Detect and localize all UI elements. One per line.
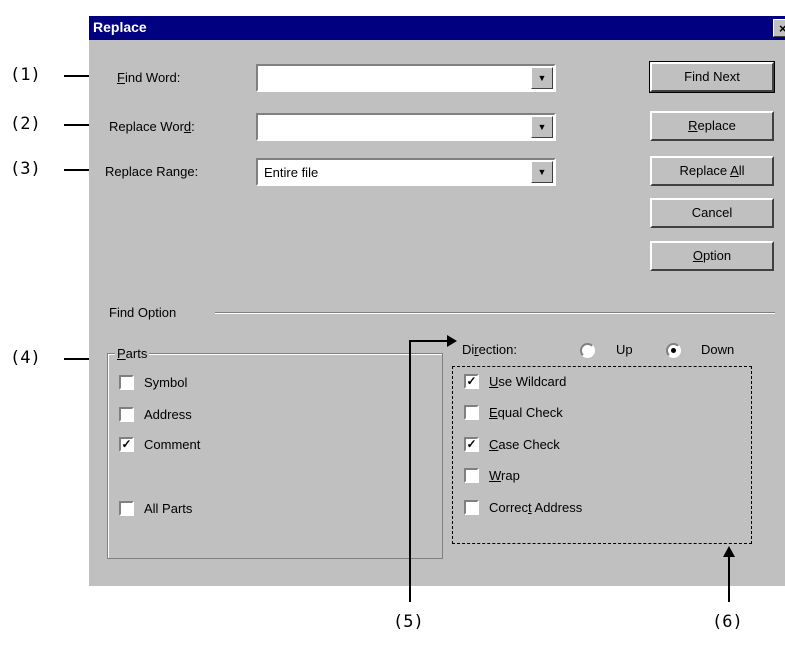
comment-label: Comment	[144, 437, 201, 452]
arrow-5-vertical	[409, 340, 411, 602]
arrowhead-5	[447, 335, 457, 347]
find-word-combo[interactable]: ▼	[256, 64, 556, 92]
callout-5: (5)	[393, 612, 424, 632]
replace-word-dropdown-button[interactable]: ▼	[531, 116, 553, 138]
all-parts-checkbox[interactable]	[119, 501, 134, 516]
replace-hotkey: R	[688, 118, 698, 133]
replace-word-combo[interactable]: ▼	[256, 113, 556, 141]
arrow-6-vertical	[728, 557, 730, 602]
option-hotkey: O	[692, 248, 703, 263]
callout-1: (1)	[10, 65, 41, 85]
replace-word-label: Replace Word:	[109, 119, 195, 134]
dialog-title: Replace	[93, 19, 147, 35]
symbol-label: Symbol	[144, 375, 188, 390]
all-parts-label: All Parts	[144, 501, 193, 516]
title-bar: Replace ×	[89, 16, 785, 40]
callout-3: (3)	[10, 159, 41, 179]
callout-2: (2)	[10, 114, 41, 134]
find-word-dropdown-button[interactable]: ▼	[531, 67, 553, 89]
symbol-checkbox[interactable]	[119, 375, 134, 390]
address-label: Address	[144, 407, 192, 422]
chevron-down-icon: ▼	[537, 122, 547, 132]
parts-heading: Parts	[115, 346, 150, 361]
option-button-text: ption	[702, 248, 732, 263]
option-button[interactable]: Option	[650, 241, 774, 271]
replace-range-dropdown-button[interactable]: ▼	[531, 161, 553, 183]
direction-label-start: Di	[462, 342, 475, 357]
replace-button[interactable]: Replace	[650, 111, 774, 141]
replace-range-combo[interactable]: Entire file ▼	[256, 158, 556, 186]
replace-button-text: eplace	[697, 118, 736, 133]
callout-4: (4)	[10, 348, 41, 368]
direction-up-label: Up	[616, 342, 633, 357]
direction-down-label: Down	[701, 342, 735, 357]
callout-6: (6)	[712, 612, 743, 632]
find-word-label: Find Word:	[117, 70, 180, 85]
comment-checkbox[interactable]: ✓	[119, 437, 134, 452]
parts-hotkey: P	[117, 346, 126, 361]
replace-word-label-text: Replace Wor	[109, 119, 184, 134]
replace-all-text: Replace	[679, 163, 731, 178]
checkmark-icon: ✓	[121, 437, 132, 451]
direction-up-radio[interactable]	[580, 343, 595, 358]
find-word-hotkey: F	[117, 70, 125, 85]
chevron-down-icon: ▼	[537, 73, 547, 83]
replace-range-value: Entire file	[264, 165, 319, 180]
arrow-5-horizontal	[409, 340, 449, 342]
direction-label: Direction:	[462, 342, 517, 357]
arrowhead-6	[723, 546, 735, 557]
find-option-heading: Find Option	[109, 305, 177, 320]
direction-down-radio[interactable]	[666, 343, 681, 358]
find-word-label-text: ind Word:	[124, 70, 181, 85]
address-checkbox[interactable]	[119, 407, 134, 422]
close-icon: ×	[779, 21, 785, 36]
find-next-button[interactable]: Find Next	[649, 61, 775, 93]
replace-all-text-end: ll	[738, 163, 745, 178]
annotation-box-6	[452, 366, 752, 544]
find-option-divider	[215, 312, 775, 314]
replace-all-hotkey: A	[730, 163, 739, 178]
replace-all-button[interactable]: Replace All	[650, 156, 774, 186]
replace-word-label-colon: :	[191, 119, 195, 134]
chevron-down-icon: ▼	[537, 167, 547, 177]
parts-heading-text: arts	[125, 346, 148, 361]
direction-label-end: ection:	[478, 342, 517, 357]
replace-range-label: Replace Range:	[105, 164, 199, 179]
cancel-button[interactable]: Cancel	[650, 198, 774, 228]
close-button[interactable]: ×	[773, 19, 785, 37]
